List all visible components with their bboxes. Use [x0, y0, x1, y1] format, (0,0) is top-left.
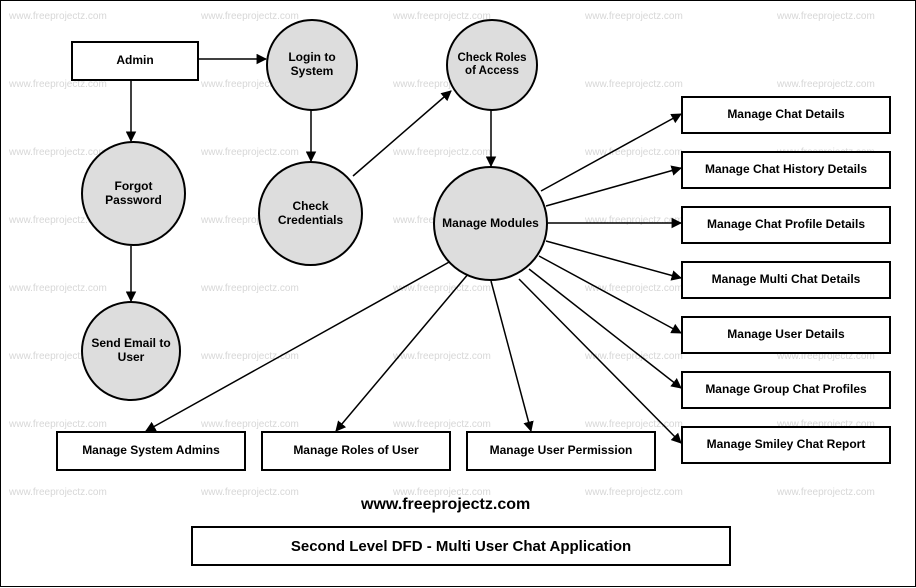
watermark: www.freeprojectz.com [777, 487, 875, 498]
process-manage-modules: Manage Modules [433, 166, 548, 281]
watermark: www.freeprojectz.com [9, 147, 107, 158]
watermark: www.freeprojectz.com [585, 351, 683, 362]
process-login: Login to System [266, 19, 358, 111]
process-check-credentials: Check Credentials [258, 161, 363, 266]
watermark: www.freeprojectz.com [585, 419, 683, 430]
watermark: www.freeprojectz.com [585, 487, 683, 498]
watermark: www.freeprojectz.com [777, 11, 875, 22]
watermark: www.freeprojectz.com [201, 351, 299, 362]
watermark: www.freeprojectz.com [393, 351, 491, 362]
process-send-email: Send Email to User [81, 301, 181, 401]
module-chat-details: Manage Chat Details [681, 96, 891, 134]
watermark: www.freeprojectz.com [201, 11, 299, 22]
watermark: www.freeprojectz.com [393, 147, 491, 158]
watermark: www.freeprojectz.com [393, 11, 491, 22]
watermark: www.freeprojectz.com [585, 283, 683, 294]
module-smiley-report: Manage Smiley Chat Report [681, 426, 891, 464]
module-group-chat: Manage Group Chat Profiles [681, 371, 891, 409]
watermark: www.freeprojectz.com [201, 283, 299, 294]
watermark: www.freeprojectz.com [9, 487, 107, 498]
module-user-permission: Manage User Permission [466, 431, 656, 471]
module-chat-profile: Manage Chat Profile Details [681, 206, 891, 244]
watermark: www.freeprojectz.com [9, 419, 107, 430]
dfd-canvas: www.freeprojectz.com www.freeprojectz.co… [0, 0, 916, 587]
watermark: www.freeprojectz.com [393, 419, 491, 430]
watermark: www.freeprojectz.com [777, 79, 875, 90]
watermark: www.freeprojectz.com [9, 11, 107, 22]
watermark: www.freeprojectz.com [201, 487, 299, 498]
diagram-title: Second Level DFD - Multi User Chat Appli… [191, 526, 731, 566]
entity-admin: Admin [71, 41, 199, 81]
watermark: www.freeprojectz.com [585, 79, 683, 90]
module-roles-of-user: Manage Roles of User [261, 431, 451, 471]
watermark: www.freeprojectz.com [201, 147, 299, 158]
module-user-details: Manage User Details [681, 316, 891, 354]
process-forgot-password: Forgot Password [81, 141, 186, 246]
watermark: www.freeprojectz.com [585, 215, 683, 226]
watermark: www.freeprojectz.com [201, 419, 299, 430]
module-multi-chat: Manage Multi Chat Details [681, 261, 891, 299]
watermark: www.freeprojectz.com [585, 11, 683, 22]
watermark: www.freeprojectz.com [585, 147, 683, 158]
watermark: www.freeprojectz.com [9, 283, 107, 294]
process-check-roles: Check Roles of Access [446, 19, 538, 111]
module-system-admins: Manage System Admins [56, 431, 246, 471]
module-chat-history: Manage Chat History Details [681, 151, 891, 189]
watermark: www.freeprojectz.com [393, 283, 491, 294]
site-label: www.freeprojectz.com [361, 496, 530, 514]
